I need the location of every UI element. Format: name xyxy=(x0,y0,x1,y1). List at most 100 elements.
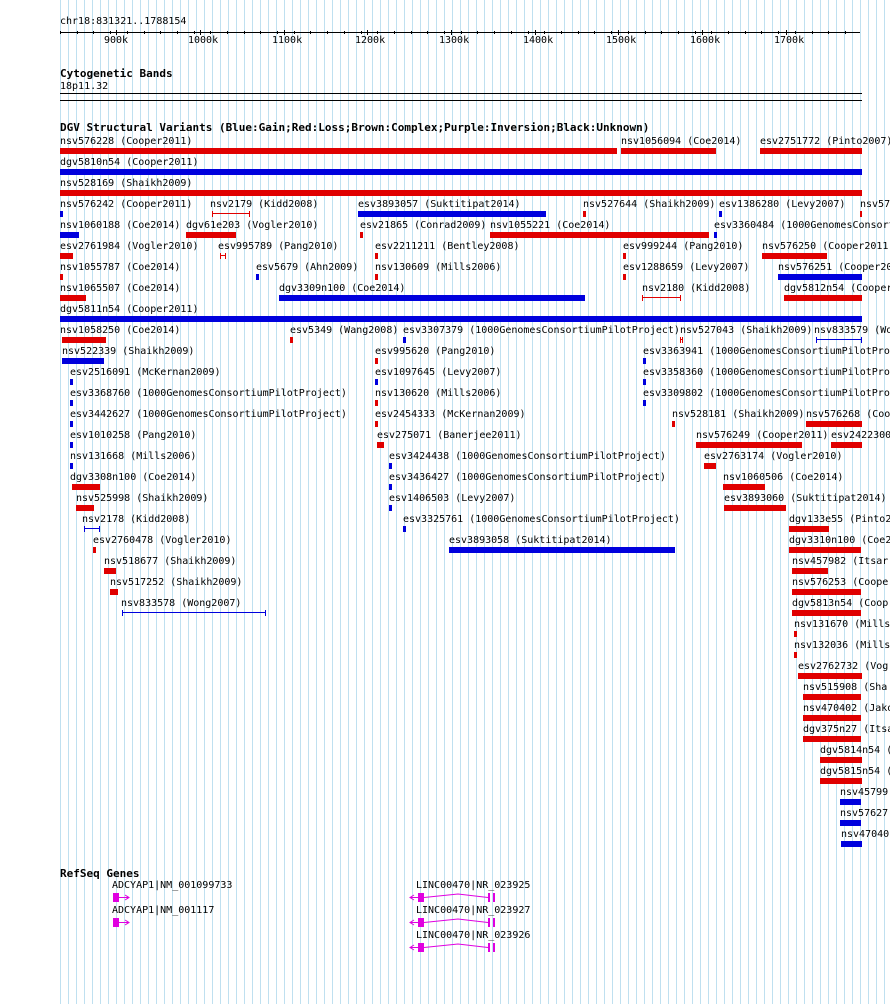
dgv-title: DGV Structural Variants (Blue:Gain;Red:L… xyxy=(60,121,650,134)
dgv-variant-bar xyxy=(714,232,717,238)
dgv-variant-label: esv3358360 (1000GenomesConsortiumPilotPr… xyxy=(643,367,890,378)
dgv-variant-bar-end xyxy=(122,610,123,616)
dgv-variant-bar xyxy=(643,400,646,406)
dgv-variant-label: nsv2178 (Kidd2008) xyxy=(82,514,191,525)
ruler-minor-tick xyxy=(427,31,428,34)
dgv-variant-label: nsv1056094 (Coe2014) xyxy=(621,136,742,147)
dgv-variant-label: nsv470402 (Jako xyxy=(803,703,890,714)
dgv-variant-bar xyxy=(792,610,861,616)
dgv-variant-bar-end xyxy=(816,337,817,343)
ruler-tick-label: 1600k xyxy=(690,35,721,46)
dgv-variant-bar-end xyxy=(220,253,221,259)
dgv-variant-bar-end xyxy=(84,526,85,532)
ruler-minor-tick xyxy=(594,31,595,34)
dgv-variant-label: nsv517252 (Shaikh2009) xyxy=(110,577,243,588)
dgv-variant-bar xyxy=(60,211,63,217)
dgv-variant-bar xyxy=(831,442,862,448)
dgv-variant-bar xyxy=(794,652,797,658)
ruler-minor-tick xyxy=(778,31,779,34)
dgv-variant-label: esv3368760 (1000GenomesConsortiumPilotPr… xyxy=(70,388,347,399)
dgv-variant-label: dgv5815n54 ( xyxy=(820,766,890,777)
dgv-variant-bar xyxy=(403,526,406,532)
dgv-variant-bar-end xyxy=(682,337,683,343)
ruler-minor-tick xyxy=(93,31,94,34)
ruler-minor-tick xyxy=(611,31,612,34)
dgv-variant-label: dgv3310n100 (Coe2 xyxy=(789,535,890,546)
ruler-minor-tick xyxy=(728,31,729,34)
dgv-variant-label: nsv528181 (Shaikh2009) xyxy=(672,409,805,420)
dgv-variant-label: esv1406503 (Levy2007) xyxy=(389,493,516,504)
dgv-variant-bar xyxy=(389,505,392,511)
cytoband-label: 18p11.32 xyxy=(60,81,109,92)
dgv-variant-label: esv3309802 (1000GenomesConsortiumPilotPr… xyxy=(643,388,890,399)
position-label: chr18:831321..1788154 xyxy=(60,16,187,27)
dgv-variant-label: nsv515908 (Sha xyxy=(803,682,888,693)
ruler-minor-tick xyxy=(561,31,562,34)
refseq-gene-label: ADCYAP1|NM_001099733 xyxy=(112,880,233,891)
dgv-variant-label: dgv3309n100 (Coe2014) xyxy=(279,283,406,294)
ruler-tick-label: 1700k xyxy=(774,35,805,46)
dgv-variant-label: nsv522339 (Shaikh2009) xyxy=(62,346,195,357)
dgv-variant-bar xyxy=(60,316,862,322)
dgv-variant-bar xyxy=(60,295,86,301)
dgv-variant-bar-end xyxy=(225,253,226,259)
dgv-variant-bar xyxy=(212,213,250,214)
ruler-minor-tick xyxy=(795,31,796,34)
dgv-variant-bar xyxy=(623,253,626,259)
dgv-variant-bar xyxy=(60,274,63,280)
dgv-variant-label: nsv457982 (Itsar xyxy=(792,556,889,567)
refseq-gene-model xyxy=(409,918,495,927)
ruler-minor-tick xyxy=(294,31,295,34)
dgv-variant-label: esv3363941 (1000GenomesConsortiumPilotPr… xyxy=(643,346,890,357)
dgv-variant-bar-end xyxy=(680,337,681,343)
dgv-variant-bar xyxy=(723,484,765,490)
ruler-minor-tick xyxy=(711,31,712,34)
dgv-variant-bar xyxy=(60,148,617,154)
dgv-variant-bar-end xyxy=(265,610,266,616)
refseq-gene-label: ADCYAP1|NM_001117 xyxy=(112,905,215,916)
dgv-variant-bar xyxy=(623,274,626,280)
ruler-tick-label: 1300k xyxy=(439,35,470,46)
dgv-variant-label: nsv1060506 (Coe2014) xyxy=(723,472,844,483)
dgv-variant-bar xyxy=(70,379,73,385)
dgv-variant-label: esv2763174 (Vogler2010) xyxy=(704,451,843,462)
dgv-variant-bar xyxy=(375,379,378,385)
dgv-variant-bar xyxy=(93,547,96,553)
ruler-minor-tick xyxy=(528,31,529,34)
dgv-variant-bar xyxy=(76,505,94,511)
ruler-minor-tick xyxy=(461,31,462,34)
dgv-variant-bar xyxy=(798,673,862,679)
dgv-variant-bar xyxy=(794,631,797,637)
dgv-variant-bar xyxy=(375,253,378,259)
dgv-variant-label: esv999244 (Pang2010) xyxy=(623,241,744,252)
dgv-variant-bar-end xyxy=(212,211,213,217)
dgv-variant-bar xyxy=(62,358,104,364)
dgv-variant-bar xyxy=(696,442,802,448)
ruler-tick-label: 1500k xyxy=(606,35,637,46)
dgv-variant-label: esv1386280 (Levy2007) xyxy=(719,199,846,210)
dgv-variant-label: nsv47040 xyxy=(841,829,890,840)
ruler-minor-tick xyxy=(277,31,278,34)
dgv-variant-bar xyxy=(820,778,862,784)
ruler-minor-tick xyxy=(227,31,228,34)
ruler-minor-tick xyxy=(494,31,495,34)
dgv-variant-label: dgv5814n54 ( xyxy=(820,745,890,756)
dgv-variant-label: nsv576249 (Cooper2011) xyxy=(696,430,829,441)
dgv-variant-label: nsv576228 (Cooper2011) xyxy=(60,136,193,147)
dgv-variant-bar xyxy=(389,463,392,469)
dgv-variant-label: esv2454333 (McKernan2009) xyxy=(375,409,526,420)
dgv-variant-label: nsv45799 xyxy=(840,787,889,798)
ruler-minor-tick xyxy=(544,31,545,34)
ruler-minor-tick xyxy=(411,31,412,34)
ruler-minor-tick xyxy=(210,31,211,34)
dgv-variant-label: esv2762732 (Vog xyxy=(798,661,889,672)
ruler-tick-label: 1200k xyxy=(355,35,386,46)
ruler-minor-tick xyxy=(845,31,846,34)
ruler-minor-tick xyxy=(477,31,478,34)
ruler-minor-tick xyxy=(127,31,128,34)
dgv-variant-bar-end xyxy=(861,337,862,343)
dgv-variant-bar xyxy=(583,211,586,217)
dgv-variant-bar xyxy=(60,232,79,238)
dgv-variant-label: dgv61e203 (Vogler2010) xyxy=(186,220,319,231)
ruler-minor-tick xyxy=(628,31,629,34)
